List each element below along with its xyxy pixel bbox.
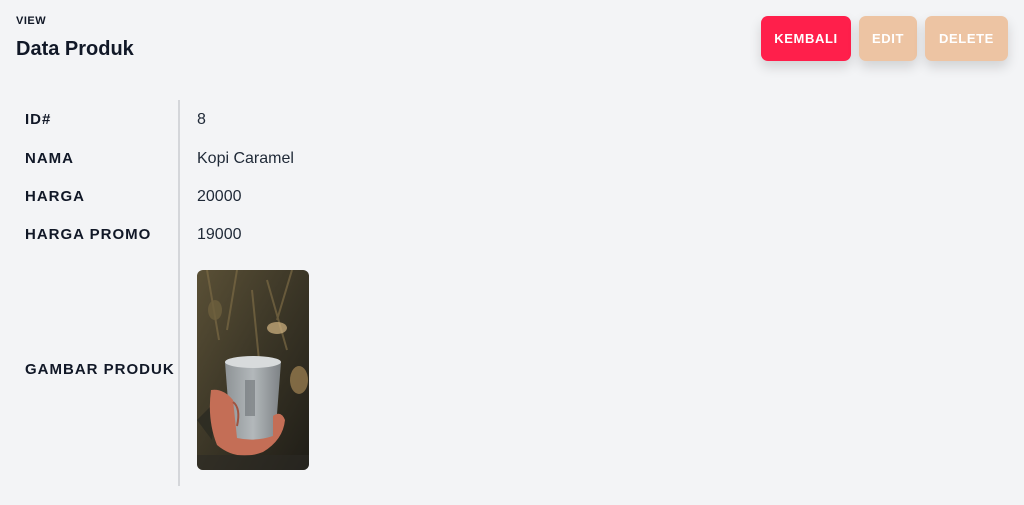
field-label-harga-promo: HARGA PROMO bbox=[25, 226, 152, 243]
field-value-id: 8 bbox=[197, 111, 206, 128]
field-label-harga: HARGA bbox=[25, 188, 85, 205]
field-label-id: ID# bbox=[25, 111, 52, 128]
field-label-nama: NAMA bbox=[25, 150, 74, 167]
edit-button[interactable]: EDIT bbox=[859, 16, 917, 61]
product-view-page: VIEW Data Produk KEMBALI EDIT DELETE ID#… bbox=[0, 0, 1024, 505]
label-column: ID# NAMA HARGA HARGA PROMO GAMBAR PRODUK bbox=[25, 100, 180, 486]
product-image bbox=[197, 270, 309, 470]
field-value-nama: Kopi Caramel bbox=[197, 150, 294, 167]
field-value-harga-promo: 19000 bbox=[197, 226, 242, 243]
field-label-gambar-produk: GAMBAR PRODUK bbox=[25, 361, 175, 378]
page-title: Data Produk bbox=[16, 38, 134, 60]
delete-button[interactable]: DELETE bbox=[925, 16, 1008, 61]
page-eyebrow: VIEW bbox=[16, 15, 47, 27]
field-value-harga: 20000 bbox=[197, 188, 242, 205]
value-column: 8 Kopi Caramel 20000 19000 bbox=[197, 100, 597, 486]
action-buttons: KEMBALI EDIT DELETE bbox=[761, 16, 1008, 61]
back-button[interactable]: KEMBALI bbox=[761, 16, 851, 61]
page-header: VIEW Data Produk bbox=[16, 14, 134, 61]
